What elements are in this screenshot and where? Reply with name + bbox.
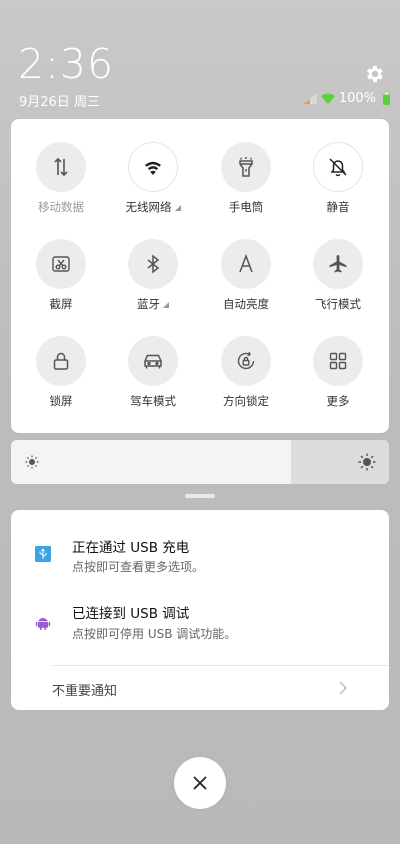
tile-label: 自动亮度 <box>200 296 292 312</box>
notification-subtitle: 点按即可停用 USB 调试功能。 <box>72 627 237 641</box>
tile-label: 无线网络 <box>107 199 199 215</box>
tile-label-text: 更多 <box>326 394 350 408</box>
tile-label: 手电筒 <box>200 199 292 215</box>
less-important-notifications-row[interactable]: 不重要通知 <box>11 666 389 710</box>
tile-toggle[interactable] <box>36 142 86 192</box>
tile-toggle[interactable] <box>128 142 178 192</box>
tile-label-text: 飞行模式 <box>315 297 361 311</box>
grid-icon <box>329 352 347 370</box>
close-button[interactable] <box>174 757 226 809</box>
notification-title: 已连接到 USB 调试 <box>72 606 190 622</box>
tile-toggle[interactable] <box>313 239 363 289</box>
tile-label: 移动数据 <box>15 199 107 215</box>
tile-label-text: 截屏 <box>49 297 73 311</box>
status-icons: 100% <box>302 91 390 106</box>
notification-subtitle: 点按即可查看更多选项。 <box>72 560 205 574</box>
tile-label-text: 蓝牙 <box>137 297 160 311</box>
tile-label: 更多 <box>292 393 384 409</box>
tile-lock[interactable]: 锁屏 <box>15 336 107 422</box>
wifi-status-icon <box>320 93 335 104</box>
tile-toggle[interactable] <box>221 239 271 289</box>
tile-label: 静音 <box>292 199 384 215</box>
tile-label-text: 方向锁定 <box>223 394 269 408</box>
tile-label-text: 静音 <box>326 200 350 214</box>
tile-auto-brightness[interactable]: 自动亮度 <box>200 239 292 325</box>
caret-icon <box>174 205 181 211</box>
signal-icon <box>302 93 317 104</box>
lock-icon <box>53 352 69 370</box>
tile-label: 锁屏 <box>15 393 107 409</box>
close-icon <box>193 776 207 790</box>
tile-airplane[interactable]: 飞行模式 <box>292 239 384 325</box>
usb-icon <box>35 546 51 562</box>
tile-label: 蓝牙 <box>107 296 199 312</box>
notification-usb-debugging[interactable]: 已连接到 USB 调试 点按即可停用 USB 调试功能。 <box>11 596 389 656</box>
tile-toggle[interactable] <box>221 142 271 192</box>
android-icon <box>35 618 51 630</box>
wifi-icon <box>145 161 161 175</box>
quick-settings-panel: 移动数据 无线网络 手电筒 静音截屏 蓝牙 自动亮度 飞行模式锁屏 驾车模式 方向锁定 更多 <box>11 119 389 433</box>
tile-flashlight[interactable]: 手电筒 <box>200 142 292 228</box>
brightness-slider[interactable] <box>11 440 389 484</box>
less-important-label: 不重要通知 <box>52 684 118 699</box>
sun-large-icon <box>358 453 376 471</box>
tile-label-text: 手电筒 <box>228 200 264 214</box>
status-area: 2:36 9月26日 周三 100% <box>0 0 400 118</box>
tile-label-text: 锁屏 <box>49 394 73 408</box>
battery-percentage: 100% <box>338 91 376 106</box>
flashlight-icon <box>239 157 253 177</box>
drag-handle[interactable] <box>185 494 215 498</box>
gear-icon[interactable] <box>363 63 385 85</box>
tile-label-text: 驾车模式 <box>130 394 176 408</box>
airplane-icon <box>329 255 347 273</box>
screenshot-icon <box>52 256 70 272</box>
tile-rotation-lock[interactable]: 方向锁定 <box>200 336 292 422</box>
mute-bell-icon <box>329 158 347 177</box>
tile-screenshot[interactable]: 截屏 <box>15 239 107 325</box>
tile-label: 飞行模式 <box>292 296 384 312</box>
tile-toggle[interactable] <box>36 239 86 289</box>
tile-wifi[interactable]: 无线网络 <box>107 142 199 228</box>
tile-toggle[interactable] <box>128 336 178 386</box>
notification-usb-charging[interactable]: 正在通过 USB 充电 点按即可查看更多选项。 <box>11 528 389 588</box>
caret-icon <box>163 302 169 308</box>
tile-label-text: 自动亮度 <box>223 297 269 311</box>
tile-toggle[interactable] <box>221 336 271 386</box>
tile-label: 方向锁定 <box>200 393 292 409</box>
tile-car[interactable]: 驾车模式 <box>107 336 199 422</box>
sun-small-icon <box>25 455 39 469</box>
car-icon <box>144 354 162 369</box>
clock: 2:36 <box>18 40 115 88</box>
date: 9月26日 周三 <box>19 95 100 110</box>
mobile-data-icon <box>54 157 68 177</box>
chevron-right-icon <box>339 681 347 695</box>
tile-label-text: 移动数据 <box>38 200 84 214</box>
tile-toggle[interactable] <box>313 336 363 386</box>
tile-label: 截屏 <box>15 296 107 312</box>
notification-card: 正在通过 USB 充电 点按即可查看更多选项。 已连接到 USB 调试 点按即可… <box>11 510 389 710</box>
bluetooth-icon <box>147 254 160 274</box>
tile-label: 驾车模式 <box>107 393 199 409</box>
tile-toggle[interactable] <box>313 142 363 192</box>
tile-bluetooth[interactable]: 蓝牙 <box>107 239 199 325</box>
tile-toggle[interactable] <box>128 239 178 289</box>
auto-brightness-icon <box>239 253 253 273</box>
tile-grid[interactable]: 更多 <box>292 336 384 422</box>
rotation-lock-icon <box>237 351 255 370</box>
tile-toggle[interactable] <box>36 336 86 386</box>
tile-mute-bell[interactable]: 静音 <box>292 142 384 228</box>
notification-title: 正在通过 USB 充电 <box>72 540 190 556</box>
battery-icon <box>383 92 390 105</box>
tile-mobile-data[interactable]: 移动数据 <box>15 142 107 228</box>
tile-label-text: 无线网络 <box>125 200 172 214</box>
